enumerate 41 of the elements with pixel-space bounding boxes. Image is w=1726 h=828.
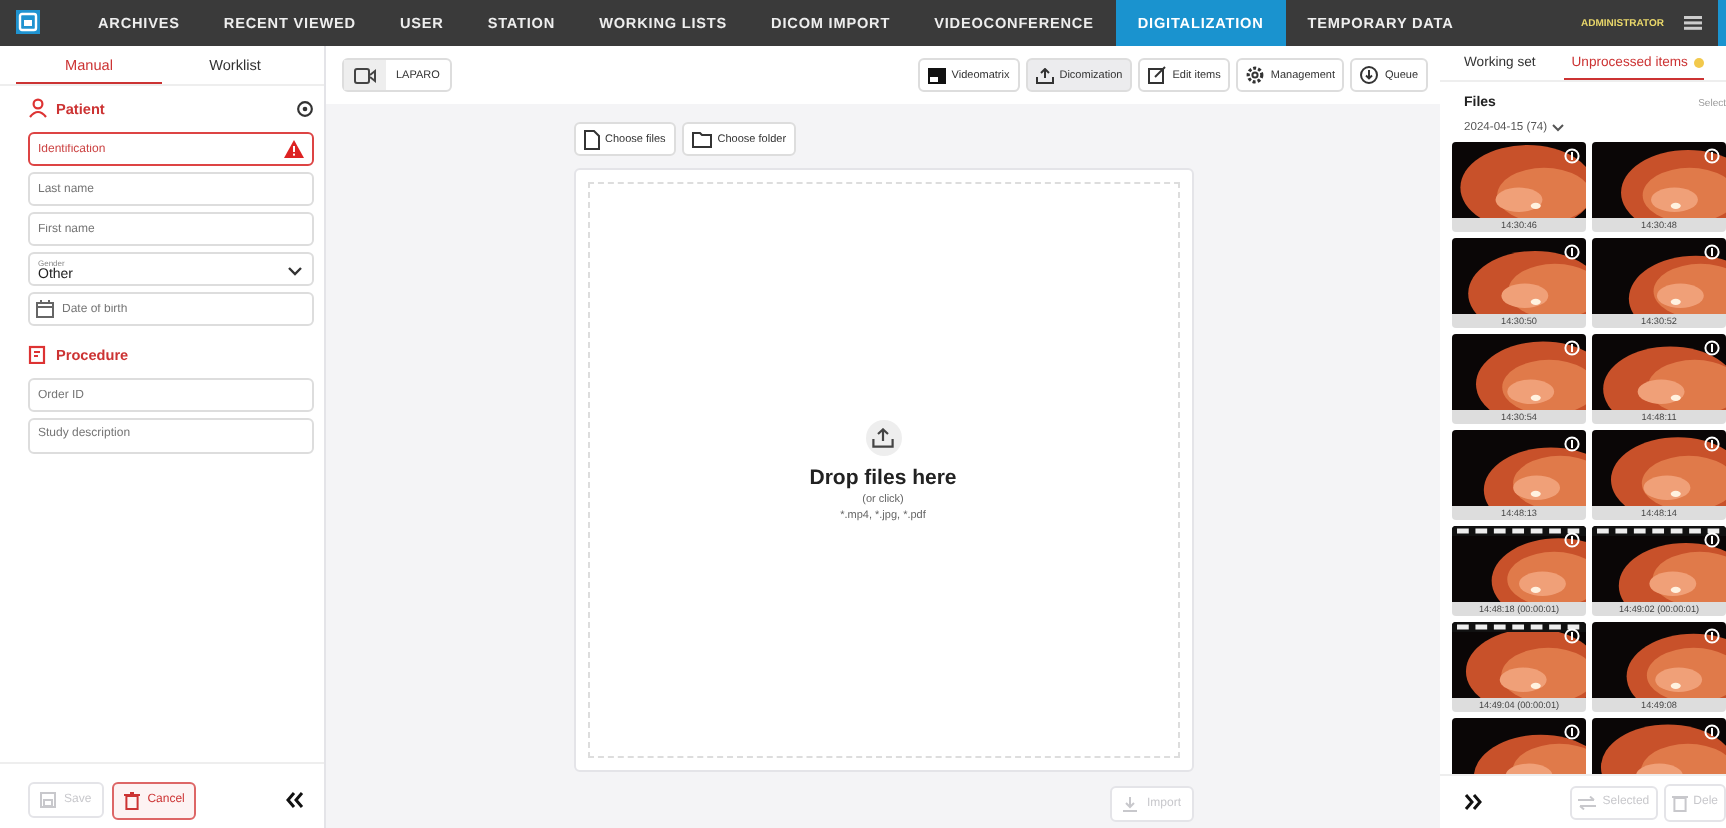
- download-icon: [1122, 796, 1139, 812]
- info-icon[interactable]: [1564, 532, 1580, 548]
- film-strip-icon: [1592, 526, 1726, 536]
- info-icon[interactable]: [1704, 340, 1720, 356]
- video-camera-icon: [354, 67, 376, 83]
- info-icon[interactable]: [1564, 628, 1580, 644]
- info-icon[interactable]: [1564, 724, 1580, 740]
- info-icon[interactable]: [1704, 724, 1720, 740]
- collapse-icon[interactable]: [286, 792, 304, 808]
- person-icon: [28, 98, 48, 118]
- calendar-icon: [36, 300, 54, 318]
- info-icon[interactable]: [1704, 244, 1720, 260]
- info-icon[interactable]: [1704, 148, 1720, 164]
- download-circle-icon: [1360, 66, 1379, 84]
- info-icon[interactable]: [1704, 628, 1720, 644]
- settings-icon: [1246, 66, 1265, 84]
- info-icon[interactable]: [1564, 340, 1580, 356]
- edit-icon: [1148, 66, 1167, 84]
- trash-icon: [1671, 793, 1688, 811]
- chevron-down-icon: [1551, 124, 1564, 132]
- swap-icon: [1578, 795, 1597, 809]
- clipboard-icon: [28, 344, 48, 364]
- menu-icon[interactable]: [1684, 16, 1702, 30]
- upload-icon: [865, 419, 901, 455]
- expand-icon[interactable]: [1464, 794, 1482, 810]
- screen-icon: [927, 67, 946, 83]
- info-icon[interactable]: [1564, 148, 1580, 164]
- folder-icon: [691, 131, 712, 147]
- file-icon: [583, 129, 599, 149]
- warning-icon: [284, 140, 304, 158]
- film-strip-icon: [1452, 622, 1586, 632]
- trash-icon: [123, 791, 140, 809]
- info-icon[interactable]: [1564, 436, 1580, 452]
- upload-icon: [1035, 67, 1054, 83]
- info-icon[interactable]: [1704, 436, 1720, 452]
- info-icon[interactable]: [1564, 244, 1580, 260]
- info-icon[interactable]: [1704, 532, 1720, 548]
- film-strip-icon: [1452, 526, 1586, 536]
- chevron-down-icon: [288, 266, 302, 276]
- app-logo-icon[interactable]: [16, 10, 40, 34]
- drop-title: Drop files here: [809, 465, 957, 489]
